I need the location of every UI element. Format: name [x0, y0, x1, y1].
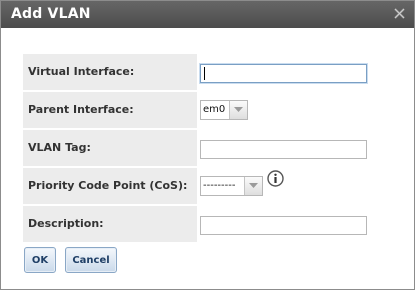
parent-interface-label: Parent Interface: [28, 103, 134, 116]
form-row-vlan-tag: VLAN Tag: [23, 130, 373, 168]
dropdown-button[interactable] [229, 101, 247, 119]
text-caret [204, 67, 205, 80]
form-row-description: Description: [23, 206, 373, 244]
form-row-priority-code-point: Priority Code Point (CoS): --------- [23, 168, 373, 206]
vlan-tag-label: VLAN Tag: [28, 141, 91, 154]
virtual-interface-input[interactable] [200, 64, 367, 83]
virtual-interface-label: Virtual Interface: [28, 65, 135, 78]
dialog-titlebar[interactable]: Add VLAN [1, 1, 414, 28]
label-cell: Parent Interface: [23, 92, 197, 128]
priority-code-point-value: --------- [203, 180, 236, 191]
label-cell: Description: [23, 206, 197, 242]
vlan-tag-input[interactable] [200, 140, 367, 159]
label-cell: Priority Code Point (CoS): [23, 168, 197, 204]
label-cell: VLAN Tag: [23, 130, 197, 166]
vlan-form: Virtual Interface: Parent Interface: em0 [23, 54, 373, 244]
label-cell: Virtual Interface: [23, 54, 197, 90]
info-icon[interactable] [267, 170, 284, 187]
parent-interface-select[interactable]: em0 [200, 100, 248, 120]
priority-code-point-select[interactable]: --------- [200, 176, 263, 196]
parent-interface-value: em0 [203, 104, 226, 115]
description-input[interactable] [200, 216, 367, 235]
priority-code-point-label: Priority Code Point (CoS): [28, 179, 188, 192]
ok-button[interactable]: OK [24, 247, 56, 273]
form-row-parent-interface: Parent Interface: em0 [23, 92, 373, 130]
form-row-virtual-interface: Virtual Interface: [23, 54, 373, 92]
chevron-down-icon [234, 107, 243, 112]
dropdown-button[interactable] [244, 177, 262, 195]
dialog-title: Add VLAN [11, 6, 91, 22]
cancel-button[interactable]: Cancel [65, 247, 117, 273]
close-icon[interactable] [392, 6, 407, 21]
chevron-down-icon [249, 183, 258, 188]
description-label: Description: [28, 217, 104, 230]
add-vlan-dialog: Add VLAN Virtual Interface: Parent Inter… [0, 0, 415, 290]
